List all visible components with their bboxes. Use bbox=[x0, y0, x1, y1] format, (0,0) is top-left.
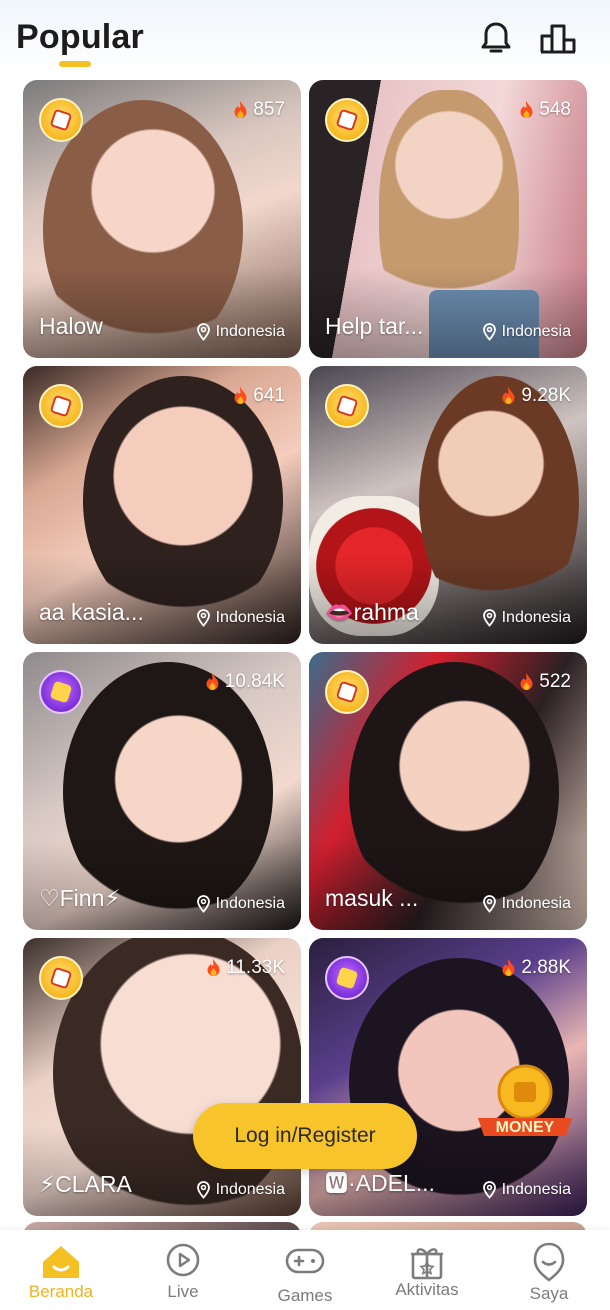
viewer-count: 548 bbox=[518, 99, 571, 121]
tab-games[interactable]: Games bbox=[244, 1230, 366, 1310]
flame-icon bbox=[502, 387, 515, 404]
location-pin-icon bbox=[196, 323, 210, 341]
location-label: Indonesia bbox=[482, 323, 571, 341]
streamer-name: 👄rahma bbox=[325, 599, 419, 625]
home-icon bbox=[39, 1240, 83, 1284]
streamer-name: Help tar... bbox=[325, 313, 424, 339]
location-pin-icon bbox=[482, 609, 496, 627]
leaderboard-icon[interactable] bbox=[538, 18, 578, 58]
live-icon bbox=[161, 1240, 205, 1284]
tab-saya[interactable]: Saya bbox=[488, 1230, 610, 1310]
streamer-name: aa kasia... bbox=[39, 599, 144, 625]
profile-icon bbox=[527, 1240, 571, 1284]
streamer-name: ⚡CLARA bbox=[39, 1171, 132, 1197]
viewer-count: 9.28K bbox=[500, 385, 571, 407]
flame-icon bbox=[520, 101, 533, 118]
tab-live[interactable]: Live bbox=[122, 1230, 244, 1310]
live-card[interactable]: 548 Help tar... Indonesia bbox=[309, 80, 587, 358]
location-label: Indonesia bbox=[196, 895, 285, 913]
sicbo-badge bbox=[325, 670, 369, 714]
viewer-count: 857 bbox=[232, 99, 285, 121]
flame-icon bbox=[206, 673, 219, 690]
fsat-badge bbox=[325, 956, 369, 1000]
sicbo-badge bbox=[325, 98, 369, 142]
sicbo-badge bbox=[39, 98, 83, 142]
live-card[interactable]: 857 Halow Indonesia bbox=[23, 80, 301, 358]
active-tab-indicator bbox=[59, 61, 91, 67]
location-label: Indonesia bbox=[482, 895, 571, 913]
live-card[interactable]: 11.33K ⚡CLARA Indonesia bbox=[23, 938, 301, 1216]
sicbo-badge bbox=[39, 956, 83, 1000]
login-register-button[interactable]: Log in/Register bbox=[193, 1103, 417, 1169]
streamer-name: ♡Finn⚡ bbox=[39, 885, 121, 911]
money-promo-icon[interactable]: MONEY bbox=[470, 1060, 580, 1150]
location-label: Indonesia bbox=[196, 609, 285, 627]
location-label: Indonesia bbox=[196, 1181, 285, 1199]
flame-icon bbox=[234, 101, 247, 118]
viewer-count: 11.33K bbox=[205, 957, 285, 979]
location-pin-icon bbox=[196, 609, 210, 627]
location-pin-icon bbox=[482, 895, 496, 913]
viewer-count: 522 bbox=[518, 671, 571, 693]
bell-icon[interactable] bbox=[476, 18, 516, 58]
viewer-count: 2.88K bbox=[500, 957, 571, 979]
gamepad-icon bbox=[283, 1240, 327, 1284]
live-card[interactable]: 522 masuk ... Indonesia bbox=[309, 652, 587, 930]
page-title: Popular bbox=[16, 18, 144, 56]
bottom-nav: Beranda Live Games Aktivitas Saya bbox=[0, 1230, 610, 1310]
viewer-count: 641 bbox=[232, 385, 285, 407]
location-label: Indonesia bbox=[196, 323, 285, 341]
live-card[interactable]: 9.28K 👄rahma Indonesia bbox=[309, 366, 587, 644]
viewer-count: 10.84K bbox=[204, 671, 285, 693]
live-card[interactable]: 10.84K ♡Finn⚡ Indonesia bbox=[23, 652, 301, 930]
flame-icon bbox=[207, 959, 220, 976]
streamer-name: masuk ... bbox=[325, 885, 419, 911]
top-header: Popular bbox=[0, 0, 610, 74]
location-label: Indonesia bbox=[482, 609, 571, 627]
tab-aktivitas[interactable]: Aktivitas bbox=[366, 1230, 488, 1310]
flame-icon bbox=[234, 387, 247, 404]
location-pin-icon bbox=[196, 895, 210, 913]
location-pin-icon bbox=[196, 1181, 210, 1199]
tab-beranda[interactable]: Beranda bbox=[0, 1230, 122, 1310]
gift-icon bbox=[405, 1240, 449, 1284]
flame-icon bbox=[502, 959, 515, 976]
streamer-name: Halow bbox=[39, 313, 103, 339]
sicbo-badge bbox=[325, 384, 369, 428]
flame-icon bbox=[520, 673, 533, 690]
fsat-badge bbox=[39, 670, 83, 714]
sicbo-badge bbox=[39, 384, 83, 428]
live-card[interactable]: 641 aa kasia... Indonesia bbox=[23, 366, 301, 644]
money-label: MONEY bbox=[496, 1119, 555, 1136]
location-pin-icon bbox=[482, 1181, 496, 1199]
streamer-name: 🆆·ADEL... bbox=[325, 1170, 435, 1196]
location-pin-icon bbox=[482, 323, 496, 341]
location-label: Indonesia bbox=[482, 1181, 571, 1199]
